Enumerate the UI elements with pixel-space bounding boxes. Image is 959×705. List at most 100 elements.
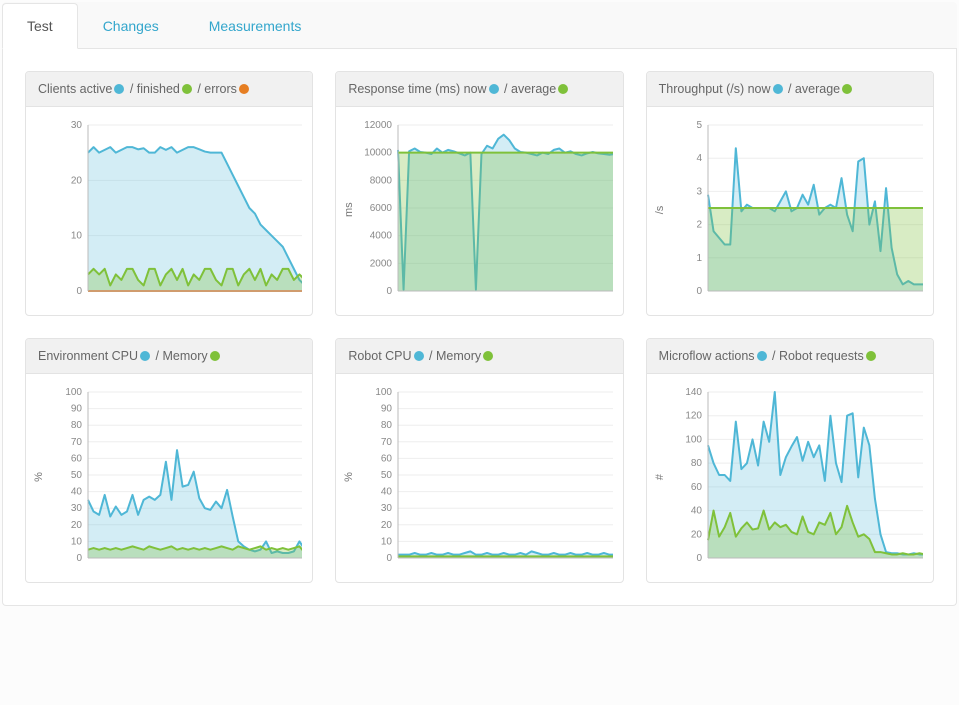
chart-title-text: / Robot requests: [769, 349, 864, 363]
tab-test[interactable]: Test: [2, 3, 78, 49]
svg-text:60: 60: [691, 482, 703, 493]
chart-body: %0102030405060708090100: [336, 374, 622, 582]
chart-svg: 0 1 2 3 4 5: [666, 115, 923, 305]
svg-text:40: 40: [70, 487, 82, 498]
chart-body: .0102030: [26, 107, 312, 315]
svg-text:4: 4: [697, 153, 703, 164]
legend-dot-blue: [757, 351, 767, 361]
chart-grid: Clients active / finished / errors.01020…: [25, 71, 934, 583]
svg-text:100: 100: [65, 387, 82, 398]
legend-dot-blue: [414, 351, 424, 361]
svg-text:60: 60: [381, 453, 393, 464]
legend-dot-blue: [773, 84, 783, 94]
svg-text:50: 50: [70, 470, 82, 481]
svg-text:2000: 2000: [370, 258, 393, 269]
chart-title-text: Microflow actions: [659, 349, 755, 363]
chart-card-3: Environment CPU / Memory% 0 10 20 30 40 50 60 70…: [25, 338, 313, 583]
svg-text:100: 100: [686, 434, 703, 445]
y-axis-label: ms: [343, 203, 355, 217]
svg-text:40: 40: [381, 487, 393, 498]
svg-text:30: 30: [70, 503, 82, 514]
chart-title-text: Clients active: [38, 82, 112, 96]
svg-text:140: 140: [686, 387, 703, 398]
chart-svg: 0102030405060708090100: [356, 382, 613, 572]
svg-text:80: 80: [70, 420, 82, 431]
svg-text:0: 0: [697, 286, 703, 297]
legend-dot-orange: [239, 84, 249, 94]
legend-dot-green: [842, 84, 852, 94]
chart-title-text: Environment CPU: [38, 349, 138, 363]
svg-text:8000: 8000: [370, 175, 393, 186]
tab-changes[interactable]: Changes: [78, 3, 184, 49]
svg-text:0: 0: [386, 553, 392, 564]
chart-header: Microflow actions / Robot requests: [647, 339, 933, 374]
svg-text:100: 100: [375, 387, 392, 398]
svg-text:4000: 4000: [370, 231, 393, 242]
chart-header: Response time (ms) now / average: [336, 72, 622, 107]
svg-text:1: 1: [697, 253, 703, 264]
svg-text:0: 0: [697, 553, 703, 564]
chart-title-text: Response time (ms) now: [348, 82, 486, 96]
chart-svg: 020004000600080001000012000: [356, 115, 612, 305]
tab-bar: Test Changes Measurements: [2, 2, 957, 49]
svg-text:20: 20: [70, 175, 82, 186]
svg-text:12000: 12000: [365, 120, 393, 131]
legend-dot-blue: [489, 84, 499, 94]
chart-title-text: / average: [501, 82, 557, 96]
svg-text:20: 20: [70, 520, 82, 531]
svg-text:30: 30: [70, 120, 82, 131]
chart-body: /s012345: [647, 107, 933, 315]
chart-header: Environment CPU / Memory: [26, 339, 312, 374]
svg-text:120: 120: [686, 411, 703, 422]
chart-title-text: Robot CPU: [348, 349, 411, 363]
legend-dot-green: [558, 84, 568, 94]
y-axis-label: #: [653, 470, 665, 484]
svg-text:0: 0: [76, 553, 82, 564]
chart-title-text: / Memory: [426, 349, 482, 363]
svg-text:5: 5: [697, 120, 703, 131]
chart-header: Throughput (/s) now / average: [647, 72, 933, 107]
chart-card-1: Response time (ms) now / averagems020004…: [335, 71, 623, 316]
chart-card-0: Clients active / finished / errors.01020…: [25, 71, 313, 316]
svg-text:30: 30: [381, 503, 393, 514]
chart-header: Robot CPU / Memory: [336, 339, 622, 374]
svg-text:70: 70: [70, 437, 82, 448]
svg-text:20: 20: [691, 529, 703, 540]
chart-svg: 020406080100120140: [666, 382, 923, 572]
legend-dot-green: [866, 351, 876, 361]
svg-text:80: 80: [381, 420, 393, 431]
svg-text:10: 10: [381, 536, 393, 547]
svg-text:50: 50: [381, 470, 393, 481]
chart-svg: 0 10 20 30: [46, 115, 303, 305]
chart-card-2: Throughput (/s) now / average/s012345: [646, 71, 934, 316]
legend-dot-blue: [114, 84, 124, 94]
tab-content: Clients active / finished / errors.01020…: [2, 49, 957, 606]
y-axis-label: %: [343, 470, 355, 484]
chart-title-text: / finished: [126, 82, 180, 96]
svg-text:40: 40: [691, 506, 703, 517]
legend-dot-green: [483, 351, 493, 361]
svg-text:2: 2: [697, 220, 703, 231]
svg-text:90: 90: [70, 404, 82, 415]
chart-card-5: Microflow actions / Robot requests #0 20 40…: [646, 338, 934, 583]
chart-body: #020406080100120140: [647, 374, 933, 582]
svg-text:0: 0: [76, 286, 82, 297]
legend-dot-green: [210, 351, 220, 361]
svg-text:10: 10: [70, 536, 82, 547]
chart-title-text: / Memory: [152, 349, 208, 363]
chart-title-text: Throughput (/s) now: [659, 82, 771, 96]
svg-text:10: 10: [70, 231, 82, 242]
legend-dot-green: [182, 84, 192, 94]
tab-measurements[interactable]: Measurements: [184, 3, 327, 49]
chart-body: % 0 10 20 30 40 50 60 70 80 90 100: [26, 374, 312, 582]
svg-text:6000: 6000: [370, 203, 393, 214]
svg-text:20: 20: [381, 520, 393, 531]
chart-header: Clients active / finished / errors: [26, 72, 312, 107]
svg-text:3: 3: [697, 186, 703, 197]
svg-text:60: 60: [70, 453, 82, 464]
chart-svg: 0 10 20 30 40 50 60 70 80 90 100: [46, 382, 303, 572]
y-axis-label: %: [33, 470, 45, 484]
chart-title-text: / errors: [194, 82, 237, 96]
chart-title-text: / average: [785, 82, 841, 96]
svg-text:90: 90: [381, 404, 393, 415]
